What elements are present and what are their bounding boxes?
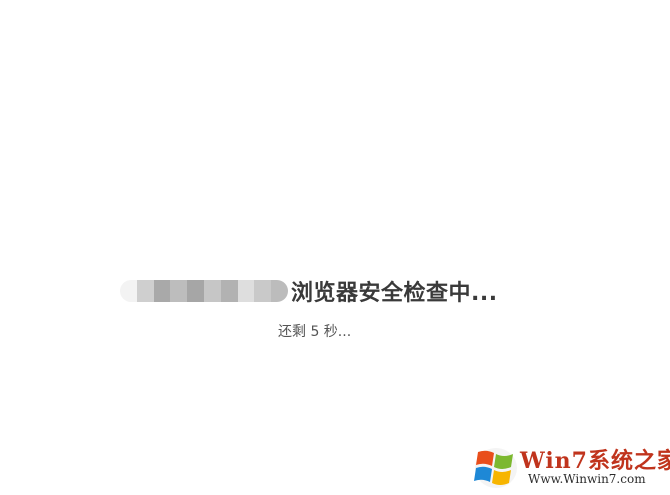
- redaction-block: [170, 280, 188, 302]
- redaction-block: [153, 280, 171, 302]
- redaction-block: [136, 280, 154, 302]
- redacted-site-name: [120, 280, 288, 302]
- watermark-brand: Win7系统之家: [520, 448, 670, 474]
- countdown-text: 还剩 5 秒...: [278, 324, 352, 340]
- watermark: Win7系统之家 Www.Winwin7.com: [468, 440, 670, 492]
- redaction-block: [203, 280, 221, 302]
- redaction-block: [187, 280, 204, 302]
- redaction-block: [271, 280, 288, 302]
- redaction-block: [254, 280, 272, 302]
- security-check-heading: 浏览器安全检查中...: [0, 272, 670, 310]
- redaction-block: [237, 280, 255, 302]
- page-title: 浏览器安全检查中...: [291, 281, 498, 306]
- watermark-url: Www.Winwin7.com: [528, 472, 646, 486]
- redaction-block: [120, 280, 137, 302]
- windows-logo-icon: [474, 448, 517, 488]
- redaction-block: [220, 280, 238, 302]
